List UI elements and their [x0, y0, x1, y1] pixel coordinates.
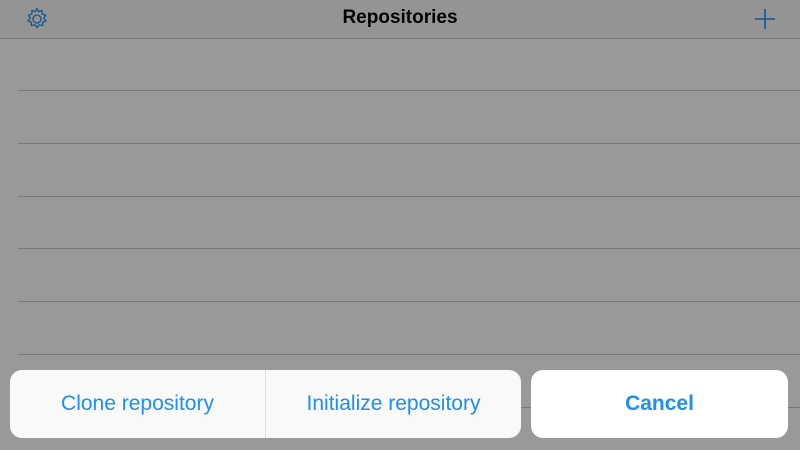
cancel-button[interactable]: Cancel	[531, 370, 788, 438]
action-sheet-cancel: Cancel	[531, 370, 788, 438]
clone-repository-button[interactable]: Clone repository	[10, 370, 265, 438]
action-sheet-actions: Clone repository Initialize repository	[10, 370, 521, 438]
initialize-repository-button[interactable]: Initialize repository	[266, 370, 521, 438]
repositories-screen: Repositories Clone repository Initialize…	[0, 0, 800, 450]
